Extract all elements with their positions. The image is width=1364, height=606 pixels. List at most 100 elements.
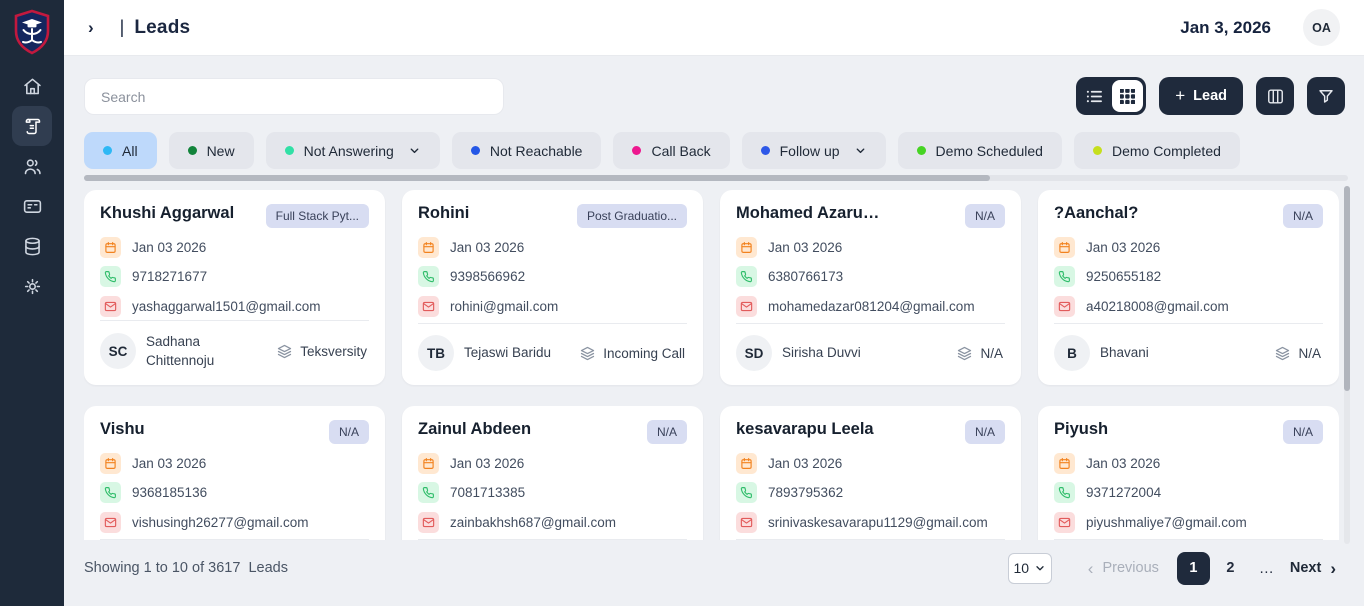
lead-phone: 9398566962	[450, 269, 525, 284]
owner-avatar: TB	[418, 335, 454, 371]
filter-chip[interactable]: Demo Completed	[1074, 132, 1240, 169]
sidebar-item-settings[interactable]	[12, 266, 52, 306]
course-badge: N/A	[329, 420, 369, 444]
lead-card[interactable]: Rohini Post Graduatio... Jan 03 2026	[402, 190, 703, 385]
mail-icon	[736, 512, 757, 533]
sidebar-expand-chevron-icon[interactable]: ›	[88, 18, 94, 38]
lead-name: Piyush	[1054, 420, 1108, 439]
lead-card[interactable]: Mohamed Azaru… N/A Jan 03 2026	[720, 190, 1021, 385]
previous-button[interactable]: ‹ Previous	[1088, 560, 1159, 577]
settings-gear-icon	[22, 276, 43, 297]
next-button[interactable]: Next ›	[1290, 560, 1336, 577]
lead-card[interactable]: Piyush N/A Jan 03 2026	[1038, 406, 1339, 540]
lead-phone: 6380766173	[768, 269, 843, 284]
sidebar-item-leads[interactable]	[12, 106, 52, 146]
grid-view-button[interactable]	[1112, 80, 1143, 112]
mail-icon	[1054, 512, 1075, 533]
columns-icon	[1266, 87, 1285, 106]
lead-source: Incoming Call	[579, 345, 685, 362]
pagination-bar: Showing 1 to 10 of 3617 Leads 10 ‹ Previ…	[64, 546, 1364, 590]
list-view-button[interactable]	[1079, 80, 1110, 112]
status-dot-icon	[761, 146, 770, 155]
owner-name: Tejaswi Baridu	[464, 343, 551, 363]
sidebar-item-database[interactable]	[12, 226, 52, 266]
source-name: Incoming Call	[603, 346, 685, 361]
title-separator: |	[120, 17, 125, 38]
plus-icon: +	[1175, 86, 1185, 106]
page-1-button[interactable]: 1	[1177, 552, 1210, 585]
filter-chip[interactable]: All	[84, 132, 157, 169]
filter-chip[interactable]: New	[169, 132, 254, 169]
owner-avatar: SC	[100, 333, 136, 369]
lead-name: Mohamed Azaru…	[736, 204, 879, 223]
lead-date: Jan 03 2026	[450, 456, 524, 471]
owner-name: Sirisha Duvvi	[782, 343, 861, 363]
filter-chip-label: Call Back	[651, 143, 710, 159]
chevron-right-icon: ›	[1330, 560, 1336, 577]
owner-name: Sadhana Chittennoju	[146, 332, 254, 371]
users-icon	[22, 156, 43, 177]
filter-chip[interactable]: Not Answering	[266, 132, 440, 169]
page-size-select[interactable]: 10	[1008, 553, 1052, 584]
status-dot-icon	[632, 146, 641, 155]
source-layers-icon	[1274, 345, 1291, 362]
lead-date: Jan 03 2026	[768, 240, 842, 255]
page-2-button[interactable]: 2	[1214, 552, 1247, 585]
filter-chip-label: Demo Scheduled	[936, 143, 1043, 159]
calendar-icon	[418, 453, 439, 474]
add-lead-label: Lead	[1193, 88, 1227, 104]
lead-date: Jan 03 2026	[768, 456, 842, 471]
lead-email: srinivaskesavarapu1129@gmail.com	[768, 515, 988, 530]
filter-chip[interactable]: Not Reachable	[452, 132, 602, 169]
lead-source: Teksversity	[276, 343, 367, 360]
columns-button[interactable]	[1256, 77, 1294, 115]
calendar-icon	[736, 453, 757, 474]
filter-chip[interactable]: Demo Scheduled	[898, 132, 1062, 169]
scrollbar-thumb[interactable]	[84, 175, 990, 181]
calendar-icon	[1054, 453, 1075, 474]
source-layers-icon	[956, 345, 973, 362]
status-dot-icon	[471, 146, 480, 155]
lead-card[interactable]: Khushi Aggarwal Full Stack Pyt... Jan 03…	[84, 190, 385, 385]
lead-name: Khushi Aggarwal	[100, 204, 234, 223]
scrollbar-thumb[interactable]	[1344, 186, 1350, 391]
phone-icon	[418, 482, 439, 503]
lead-card[interactable]: Zainul Abdeen N/A Jan 03 2026	[402, 406, 703, 540]
app-root: › | Leads Jan 3, 2026 OA +	[0, 0, 1364, 606]
filter-button[interactable]	[1307, 77, 1345, 115]
sidebar-item-home[interactable]	[12, 66, 52, 106]
course-badge: N/A	[965, 204, 1005, 228]
lead-card[interactable]: ?Aanchal? N/A Jan 03 2026	[1038, 190, 1339, 385]
lead-name: kesavarapu Leela	[736, 420, 874, 439]
user-avatar[interactable]: OA	[1303, 9, 1340, 46]
page-title: Leads	[134, 17, 190, 39]
filter-funnel-icon	[1317, 87, 1335, 105]
filter-chip-label: Demo Completed	[1112, 143, 1221, 159]
lead-owner: SD Sirisha Duvvi	[736, 335, 861, 371]
phone-icon	[736, 266, 757, 287]
next-label: Next	[1290, 560, 1321, 576]
main-area: › | Leads Jan 3, 2026 OA +	[64, 0, 1364, 606]
home-icon	[22, 76, 43, 97]
search-input[interactable]	[84, 78, 504, 115]
lead-card[interactable]: kesavarapu Leela N/A Jan 03 2026	[720, 406, 1021, 540]
lead-name: ?Aanchal?	[1054, 204, 1138, 223]
content-area: + Lead All	[64, 56, 1364, 606]
lead-email: mohamedazar081204@gmail.com	[768, 299, 975, 314]
grid-vertical-scrollbar[interactable]	[1344, 186, 1350, 544]
leads-scroll-icon	[22, 116, 43, 137]
filter-chip-label: Follow up	[780, 143, 840, 159]
chips-horizontal-scrollbar[interactable]	[84, 175, 1348, 181]
lead-card[interactable]: Vishu N/A Jan 03 2026	[84, 406, 385, 540]
sidebar-item-contacts[interactable]	[12, 146, 52, 186]
lead-phone: 9368185136	[132, 485, 207, 500]
add-lead-button[interactable]: + Lead	[1159, 77, 1243, 115]
sidebar-item-accounts[interactable]	[12, 186, 52, 226]
filter-chip[interactable]: Call Back	[613, 132, 729, 169]
app-logo[interactable]	[8, 6, 56, 58]
filter-chip[interactable]: Follow up	[742, 132, 886, 169]
pagination-ellipsis[interactable]: …	[1259, 560, 1276, 577]
status-dot-icon	[285, 146, 294, 155]
list-view-icon	[1086, 89, 1103, 104]
lead-email: zainbakhsh687@gmail.com	[450, 515, 616, 530]
